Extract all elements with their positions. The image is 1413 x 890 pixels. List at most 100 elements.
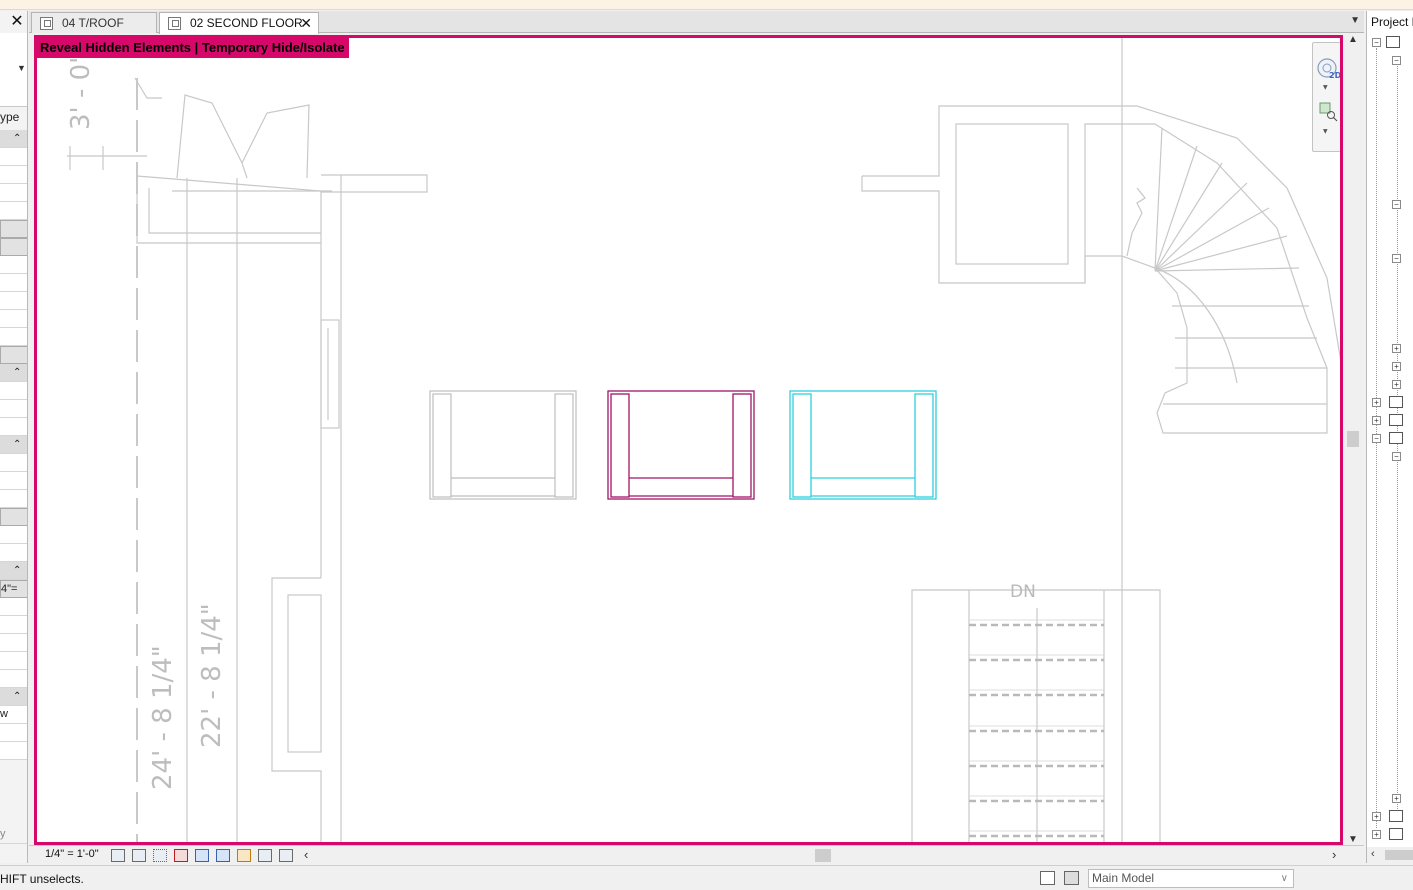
drawing-canvas[interactable]: 3' - 0" 24' - 8 1/4" 22' - 8 1/4" DN Rev… [34,35,1343,845]
close-tab-icon[interactable]: ✕ [300,13,312,33]
property-button[interactable] [0,238,27,256]
tree-collapse-icon[interactable]: − [1392,200,1401,209]
temporary-hide-icon[interactable] [237,849,251,862]
tab-menu-icon[interactable]: ▼ [1350,15,1360,26]
tab-roof[interactable]: 04 T/ROOF [31,12,157,33]
property-button[interactable] [0,346,27,364]
tree-expand-icon[interactable]: + [1392,344,1401,353]
dimension-top: 3' - 0" [66,52,96,130]
scroll-left-icon[interactable]: ‹ [1371,848,1375,860]
view-scale[interactable]: 1/4" = 1'-0" [45,848,99,860]
collapse-icon: ⌃ [13,565,22,576]
property-row[interactable] [0,202,27,220]
property-row[interactable] [0,724,27,742]
property-row[interactable] [0,310,27,328]
properties-panel: ✕ ▼ ype ⌃ ⌃ ⌃ ⌃ 4"= ⌃ w y [0,11,28,863]
show-crop-region-icon[interactable] [216,849,230,862]
chevron-down-icon: ▼ [17,63,26,73]
scroll-left-icon[interactable]: ‹ [304,847,308,862]
sun-path-icon[interactable] [153,849,167,862]
worksets-icon[interactable] [1040,871,1055,885]
property-row[interactable] [0,148,27,166]
tree-collapse-icon[interactable]: − [1372,434,1381,443]
property-row[interactable] [0,454,27,472]
property-row[interactable] [0,616,27,634]
tree-expand-icon[interactable]: + [1392,362,1401,371]
scroll-thumb[interactable] [1385,850,1413,860]
tree-collapse-icon[interactable]: − [1392,452,1401,461]
browser-horizontal-scrollbar[interactable]: ‹ [1367,847,1413,863]
section-header[interactable]: ⌃ [0,562,27,580]
property-row[interactable] [0,292,27,310]
reveal-hidden-banner: Reveal Hidden Elements | Temporary Hide/… [37,38,349,58]
tab-label: 04 T/ROOF [62,16,124,30]
tree-expand-icon[interactable]: + [1392,794,1401,803]
tree-collapse-icon[interactable]: − [1372,38,1381,47]
tree-expand-icon[interactable]: + [1372,416,1381,425]
property-row[interactable] [0,652,27,670]
property-row[interactable] [0,400,27,418]
property-row[interactable] [0,256,27,274]
tab-second-floor[interactable]: 02 SECOND FLOOR ✕ [159,12,319,34]
status-bar: HIFT unselects. Main Model ∨ [0,865,1413,890]
detail-level-icon[interactable] [111,849,125,862]
tree-expand-icon[interactable]: + [1372,812,1381,821]
property-row[interactable] [0,184,27,202]
property-row[interactable] [0,166,27,184]
reveal-hidden-icon[interactable] [258,849,272,862]
tree-expand-icon[interactable]: + [1372,830,1381,839]
view-scale-field[interactable]: 4"= [0,580,27,598]
tree-expand-icon[interactable]: + [1372,398,1381,407]
scroll-right-icon[interactable]: › [1332,847,1336,862]
property-row[interactable] [0,382,27,400]
views-icon [1386,36,1400,48]
property-button[interactable] [0,220,27,238]
worksharing-display-icon[interactable] [279,849,293,862]
crop-view-icon[interactable] [195,849,209,862]
tree-expand-icon[interactable]: + [1392,380,1401,389]
property-row[interactable] [0,598,27,616]
view-control-bar: 1/4" = 1'-0" ‹ › [29,845,1364,864]
shadows-icon[interactable] [174,849,188,862]
property-row[interactable]: w [0,706,27,724]
property-row[interactable] [0,418,27,436]
model-selector-value: Main Model [1092,871,1155,885]
dimension-left-long: 24' - 8 1/4" [148,645,178,790]
section-header[interactable]: ⌃ [0,688,27,706]
scroll-down-icon[interactable]: ▼ [1348,834,1358,845]
property-row[interactable] [0,670,27,688]
chair-selected [607,390,755,500]
property-row[interactable] [0,742,27,760]
steering-wheel-icon[interactable]: 2D ▼ [1317,58,1342,91]
chair-active [789,390,937,500]
collapse-icon: ⌃ [13,367,22,378]
design-options-icon[interactable] [1064,871,1079,885]
tab-label: 02 SECOND FLOOR [190,16,303,30]
property-row[interactable] [0,472,27,490]
svg-text:2D: 2D [1329,71,1342,80]
property-row[interactable] [0,490,27,508]
model-selector[interactable]: Main Model ∨ [1088,869,1294,888]
property-button[interactable] [0,508,27,526]
zoom-icon[interactable]: ▼ [1319,102,1338,135]
horizontal-scroll-thumb[interactable] [815,849,831,862]
property-row[interactable] [0,634,27,652]
scroll-thumb[interactable] [1347,431,1359,447]
tree-collapse-icon[interactable]: − [1392,56,1401,65]
close-icon[interactable]: ✕ [8,13,26,31]
property-row[interactable] [0,274,27,292]
visual-style-icon[interactable] [132,849,146,862]
section-header[interactable]: ⌃ [0,130,27,148]
apply-button[interactable]: y [0,826,27,844]
type-selector[interactable]: ▼ [0,33,27,107]
vertical-scrollbar[interactable]: ▲ ▼ [1344,33,1362,845]
property-row[interactable] [0,328,27,346]
property-row[interactable] [0,544,27,562]
tree-collapse-icon[interactable]: − [1392,254,1401,263]
collapse-icon: ⌃ [13,439,22,450]
scroll-up-icon[interactable]: ▲ [1348,34,1358,45]
section-header[interactable]: ⌃ [0,364,27,382]
property-row[interactable] [0,526,27,544]
floor-plan-drawing[interactable]: 3' - 0" 24' - 8 1/4" 22' - 8 1/4" DN [37,38,1343,845]
section-header[interactable]: ⌃ [0,436,27,454]
